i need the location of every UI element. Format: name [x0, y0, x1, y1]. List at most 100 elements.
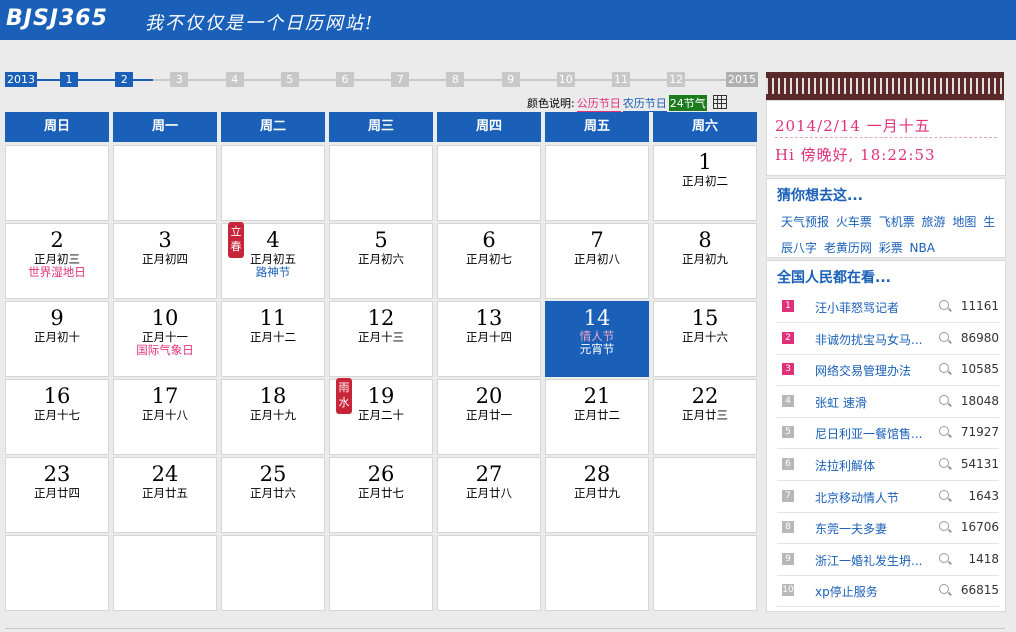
day-cell[interactable]: 11 正月十二: [221, 301, 325, 377]
hot-list-item[interactable]: 8 东莞一夫多妻 16706: [777, 512, 999, 545]
day-cell[interactable]: 21 正月廿二: [545, 379, 649, 455]
hot-list-item[interactable]: 10 xp停止服务 66815: [777, 575, 999, 608]
month-button-11[interactable]: 11: [612, 72, 630, 87]
day-number: 11: [259, 306, 287, 330]
hot-item-link[interactable]: 张虹 速滑: [815, 394, 933, 411]
search-icon[interactable]: [939, 489, 949, 500]
weekday-header: 周日: [5, 112, 109, 142]
month-button-8[interactable]: 8: [446, 72, 465, 87]
prev-year-button[interactable]: 2013: [5, 72, 37, 87]
day-cell[interactable]: 18 正月十九: [221, 379, 325, 455]
month-button-6[interactable]: 6: [336, 72, 354, 87]
day-number: 16: [43, 384, 71, 408]
day-cell[interactable]: 6 正月初七: [437, 223, 541, 299]
search-icon[interactable]: [939, 552, 949, 563]
hot-item-link[interactable]: 非诚勿扰宝马女马...: [815, 331, 933, 348]
day-cell[interactable]: 9 正月初十: [5, 301, 109, 377]
search-icon[interactable]: [939, 521, 949, 532]
month-button-2[interactable]: 2: [115, 72, 134, 87]
day-cell[interactable]: 2 正月初三 世界湿地日: [5, 223, 109, 299]
day-cell[interactable]: 13 正月十四: [437, 301, 541, 377]
search-icon[interactable]: [939, 458, 949, 468]
hot-item-link[interactable]: 尼日利亚一餐馆售...: [815, 425, 933, 442]
grid-view-icon[interactable]: [712, 95, 727, 109]
lunar-date: 正月廿九: [574, 486, 620, 500]
day-cell[interactable]: 15 正月十六: [653, 301, 757, 377]
month-button-7[interactable]: 7: [391, 72, 410, 87]
empty-day-cell: [113, 535, 217, 611]
hot-list-item[interactable]: 6 法拉利解体 54131: [777, 449, 999, 481]
day-cell[interactable]: 8 正月初九: [653, 223, 757, 299]
solar-term-stamp: 雨水: [336, 378, 352, 414]
guess-link[interactable]: 天气预报: [781, 215, 829, 229]
day-cell[interactable]: 26 正月廿七: [329, 457, 433, 533]
site-logo[interactable]: BJSJ365: [6, 6, 108, 31]
guess-link[interactable]: 彩票: [879, 241, 903, 255]
month-button-3[interactable]: 3: [170, 72, 189, 87]
chinese-roof-decoration: [766, 72, 1004, 100]
day-cell[interactable]: 14 情人节 元宵节: [545, 301, 649, 377]
hot-item-link[interactable]: 东莞一夫多妻: [815, 520, 933, 537]
solar-term-stamp: 立春: [228, 222, 244, 258]
month-button-1[interactable]: 1: [60, 72, 78, 87]
day-cell[interactable]: 28 正月廿九: [545, 457, 649, 533]
hot-list-item[interactable]: 7 北京移动情人节 1643: [777, 481, 999, 513]
hot-item-link[interactable]: 网络交易管理办法: [815, 362, 933, 379]
day-cell[interactable]: 4 正月初五 路神节 立春: [221, 222, 325, 299]
lunar-date: 正月十一: [142, 330, 188, 344]
hot-item-link[interactable]: 浙江一婚礼发生坍...: [815, 552, 933, 569]
guess-link[interactable]: 火车票: [836, 215, 872, 229]
day-cell[interactable]: 5 正月初六: [329, 223, 433, 299]
empty-day-cell: [329, 535, 433, 611]
day-cell[interactable]: 24 正月廿五: [113, 457, 217, 533]
guess-link[interactable]: 旅游: [922, 215, 946, 229]
day-cell[interactable]: 1 正月初二: [653, 145, 757, 221]
rank-badge: 8: [782, 521, 794, 534]
next-year-button[interactable]: 2015: [726, 72, 758, 87]
search-icon[interactable]: [939, 331, 949, 342]
hot-list-item[interactable]: 2 非诚勿扰宝马女马... 86980: [777, 323, 999, 355]
search-icon[interactable]: [939, 300, 949, 310]
day-cell[interactable]: 12 正月十三: [329, 301, 433, 377]
hot-list-item[interactable]: 9 浙江一婚礼发生坍... 1418: [777, 544, 999, 576]
month-button-12[interactable]: 12: [667, 72, 686, 87]
lunar-date: 正月初十: [34, 330, 80, 344]
legend-solar-term: 24节气: [668, 95, 707, 111]
hot-item-link[interactable]: 汪小菲怒骂记者: [815, 299, 933, 316]
day-cell[interactable]: 3 正月初四: [113, 223, 217, 299]
day-cell[interactable]: 16 正月十七: [5, 379, 109, 455]
day-cell[interactable]: 25 正月廿六: [221, 457, 325, 533]
guess-title: 猜你想去这...: [777, 188, 863, 204]
month-button-10[interactable]: 10: [556, 72, 575, 87]
day-cell[interactable]: 17 正月十八: [113, 379, 217, 455]
day-cell[interactable]: 7 正月初八: [545, 223, 649, 299]
guess-link[interactable]: NBA: [910, 241, 935, 255]
hot-item-link[interactable]: 法拉利解体: [815, 457, 933, 474]
guess-link[interactable]: 飞机票: [879, 215, 915, 229]
hot-list-item[interactable]: 3 网络交易管理办法 10585: [777, 354, 999, 387]
guess-link[interactable]: 地图: [952, 215, 976, 229]
empty-day-cell: [221, 145, 325, 221]
day-cell[interactable]: 27 正月廿八: [437, 457, 541, 533]
hot-list-item[interactable]: 5 尼日利亚一餐馆售... 71927: [777, 417, 999, 450]
month-button-4[interactable]: 4: [225, 72, 244, 87]
guess-link[interactable]: 老黄历网: [824, 241, 872, 255]
search-icon[interactable]: [939, 426, 949, 437]
search-icon[interactable]: [939, 363, 949, 374]
search-icon[interactable]: [939, 394, 949, 405]
day-cell[interactable]: 19 正月二十 雨水: [329, 378, 433, 455]
search-icon[interactable]: [939, 584, 949, 595]
hot-item-link[interactable]: 北京移动情人节: [815, 489, 933, 506]
hot-list-item[interactable]: 1 汪小菲怒骂记者 11161: [777, 291, 999, 323]
day-cell[interactable]: 23 正月廿四: [5, 457, 109, 533]
day-cell[interactable]: 10 正月十一 国际气象日: [113, 301, 217, 377]
month-button-5[interactable]: 5: [280, 72, 299, 87]
month-button-9[interactable]: 9: [501, 72, 520, 87]
hot-list-item[interactable]: 4 张虹 速滑 18048: [777, 386, 999, 418]
hot-item-link[interactable]: xp停止服务: [815, 583, 933, 600]
footer-divider: [5, 628, 1005, 629]
day-cell[interactable]: 22 正月廿三: [653, 379, 757, 455]
lunar-date: 正月初九: [682, 252, 728, 266]
day-cell[interactable]: 20 正月廿一: [437, 379, 541, 455]
weekday-header: 周二: [221, 112, 325, 142]
